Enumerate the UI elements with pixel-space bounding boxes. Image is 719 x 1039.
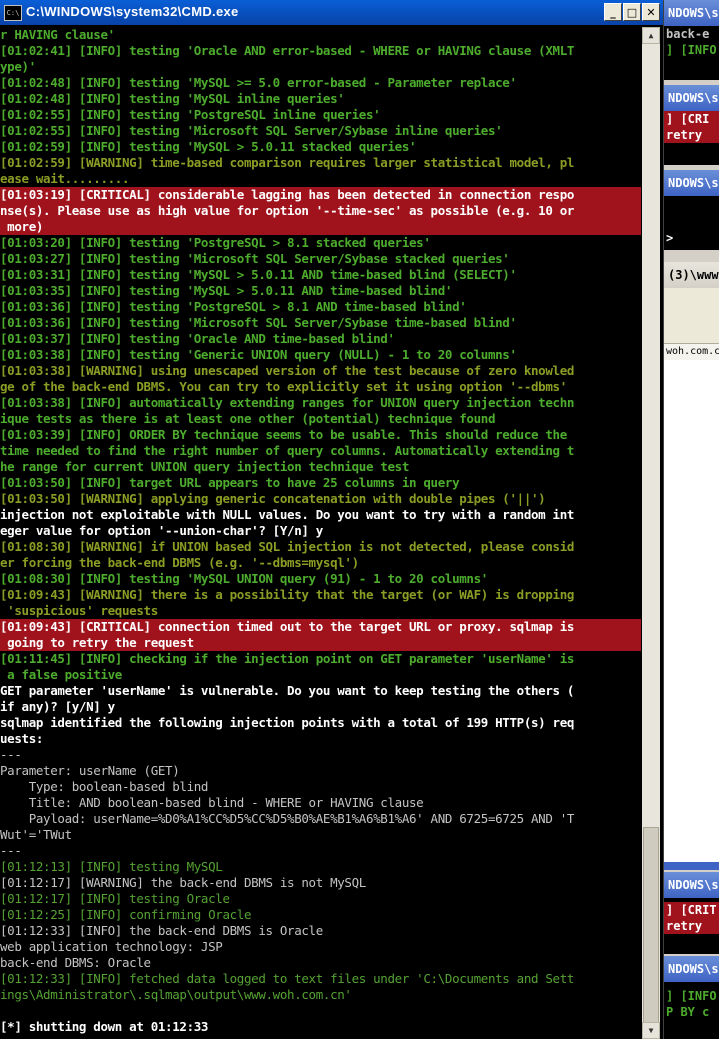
console-line-warning: [01:03:50] [WARNING] applying generic co… (0, 491, 546, 506)
console-line: --- (0, 747, 22, 762)
background-window-text: > (666, 231, 674, 245)
console-line: [01:03:38] [INFO] automatically extendin… (0, 395, 575, 410)
background-window-text: ] [INFO (666, 43, 717, 57)
console-line: [01:02:41] [INFO] testing 'Oracle AND er… (0, 43, 575, 58)
console-line: [01:03:20] [INFO] testing 'PostgreSQL > … (0, 235, 431, 250)
background-window-text: back-e (666, 27, 710, 41)
background-window-text: ] [CRIT (664, 902, 719, 918)
console-line: [01:11:45] [INFO] checking if the inject… (0, 651, 575, 666)
console-line: [01:12:13] [INFO] testing MySQL (0, 859, 223, 874)
scroll-down-icon[interactable]: ▼ (642, 1022, 660, 1039)
console-line: [01:03:37] [INFO] testing 'Oracle AND ti… (0, 331, 395, 346)
console-line: Payload: userName=%D0%A1%CC%D5%CC%D5%B0%… (0, 811, 575, 826)
console-line: [01:12:17] [WARNING] the back-end DBMS i… (0, 875, 366, 890)
background-window-browser[interactable]: (3)\www woh.com.c (664, 262, 719, 862)
console-line: [01:03:39] [INFO] ORDER BY technique see… (0, 427, 567, 442)
console-line: time needed to find the right number of … (0, 443, 575, 458)
window-title: C:\WINDOWS\system32\CMD.exe (26, 4, 239, 19)
console-line: ings\Administrator\.sqlmap\output\www.wo… (0, 987, 352, 1002)
console-line: GET parameter 'userName' is vulnerable. … (0, 683, 575, 698)
console-line-critical: [01:03:19] [CRITICAL] considerable laggi… (0, 187, 641, 203)
window-edge (664, 862, 719, 870)
background-window-3[interactable]: NDOWS\sy > (664, 170, 719, 250)
console-line: [01:08:30] [INFO] testing 'MySQL UNION q… (0, 571, 488, 586)
maximize-button[interactable]: □ (623, 3, 641, 21)
close-button[interactable]: ✕ (642, 3, 660, 21)
console-line: [*] shutting down at 01:12:33 (0, 1019, 209, 1034)
background-window-6[interactable]: NDOWS\sy ] [INFO P BY c (664, 956, 719, 1039)
cmd-window: C:\ C:\WINDOWS\system32\CMD.exe _ □ ✕ r … (0, 0, 664, 1039)
background-window-1[interactable]: NDOWS\sy back-e ] [INFO (664, 0, 719, 80)
console-line: [01:12:33] [INFO] fetched data logged to… (0, 971, 575, 986)
console-line-warning: [01:09:43] [WARNING] there is a possibil… (0, 587, 575, 602)
console-line: [01:03:50] [INFO] target URL appears to … (0, 475, 460, 490)
console-line: Parameter: userName (GET) (0, 763, 180, 778)
console-line-critical: more) (0, 219, 641, 235)
background-window-title: (3)\www (664, 262, 719, 288)
background-window-title: NDOWS\sy (664, 170, 719, 196)
scroll-up-icon[interactable]: ▲ (642, 27, 660, 44)
console-line: [01:02:55] [INFO] testing 'Microsoft SQL… (0, 123, 503, 138)
background-window-text: ] [INFO (666, 989, 717, 1003)
console-line-warning: [01:03:38] [WARNING] using unescaped ver… (0, 363, 575, 378)
browser-toolbar (664, 288, 719, 344)
console-line: [01:02:48] [INFO] testing 'MySQL >= 5.0 … (0, 75, 517, 90)
console-line-warning: 'suspicious' requests (0, 603, 158, 618)
console-line: eger value for option '--union-char'? [Y… (0, 523, 323, 538)
console-line-critical: nse(s). Please use as high value for opt… (0, 203, 641, 219)
console-line-warning: [01:08:30] [WARNING] if UNION based SQL … (0, 539, 575, 554)
address-text: woh.com.c (664, 344, 719, 360)
console-line-warning: er forcing the back-end DBMS (e.g. '--db… (0, 555, 359, 570)
console-line-warning: [01:02:59] [WARNING] time-based comparis… (0, 155, 575, 170)
console-line: Wut'='TWut (0, 827, 72, 842)
scroll-thumb[interactable] (643, 827, 659, 1027)
console-line: sqlmap identified the following injectio… (0, 715, 575, 730)
console-line: if any)? [y/N] y (0, 699, 115, 714)
background-window-title: NDOWS\sy (664, 872, 719, 898)
console-line: ique tests as there is at least one othe… (0, 411, 496, 426)
console-output[interactable]: r HAVING clause' [01:02:41] [INFO] testin… (0, 27, 641, 1039)
console-line: [01:12:25] [INFO] confirming Oracle (0, 907, 252, 922)
console-line-warning: ge of the back-end DBMS. You can try to … (0, 379, 567, 394)
background-window-text: ] [CRI (664, 111, 719, 127)
console-line: he range for current UNION query injecti… (0, 459, 410, 474)
console-line: --- (0, 843, 22, 858)
console-line: [01:02:55] [INFO] testing 'PostgreSQL in… (0, 107, 381, 122)
vertical-scrollbar[interactable]: ▲ ▼ (642, 27, 660, 1039)
background-window-text: P BY c (666, 1005, 710, 1019)
console-line: [01:03:31] [INFO] testing 'MySQL > 5.0.1… (0, 267, 517, 282)
background-window-title: NDOWS\s (664, 85, 719, 111)
console-line-critical: [01:09:43] [CRITICAL] connection timed o… (0, 619, 641, 635)
console-line: web application technology: JSP (0, 939, 223, 954)
console-line: back-end DBMS: Oracle (0, 955, 151, 970)
console-line: r HAVING clause' (0, 27, 115, 42)
console-line: Type: boolean-based blind (0, 779, 209, 794)
console-line: uests: (0, 731, 44, 746)
title-bar[interactable]: C:\ C:\WINDOWS\system32\CMD.exe _ □ ✕ (0, 0, 663, 25)
console-line: [01:02:59] [INFO] testing 'MySQL > 5.0.1… (0, 139, 417, 154)
console-line: [01:03:27] [INFO] testing 'Microsoft SQL… (0, 251, 510, 266)
console-line: [01:12:33] [INFO] the back-end DBMS is O… (0, 923, 323, 938)
console-line: injection not exploitable with NULL valu… (0, 507, 575, 522)
console-line: Title: AND boolean-based blind - WHERE o… (0, 795, 424, 810)
console-line-warning: ease wait......... (0, 171, 130, 186)
background-window-title: NDOWS\sy (664, 956, 719, 982)
cmd-icon: C:\ (4, 5, 22, 21)
console-line: [01:02:48] [INFO] testing 'MySQL inline … (0, 91, 345, 106)
console-line: ype)' (0, 59, 36, 74)
console-line-critical: going to retry the request (0, 635, 641, 651)
background-window-text: retry (664, 918, 719, 934)
console-line: [01:03:35] [INFO] testing 'MySQL > 5.0.1… (0, 283, 453, 298)
background-window-title: NDOWS\sy (664, 0, 719, 26)
minimize-button[interactable]: _ (604, 3, 622, 21)
console-line: a false positive (0, 667, 122, 682)
console-line: [01:03:36] [INFO] testing 'Microsoft SQL… (0, 315, 517, 330)
console-line: [01:12:17] [INFO] testing Oracle (0, 891, 230, 906)
background-window-5[interactable]: NDOWS\sy ] [CRIT retry (664, 872, 719, 954)
background-window-2[interactable]: NDOWS\s ] [CRI retry (664, 85, 719, 165)
background-window-text: retry (664, 127, 719, 143)
console-line: [01:03:38] [INFO] testing 'Generic UNION… (0, 347, 517, 362)
console-line: [01:03:36] [INFO] testing 'PostgreSQL > … (0, 299, 467, 314)
